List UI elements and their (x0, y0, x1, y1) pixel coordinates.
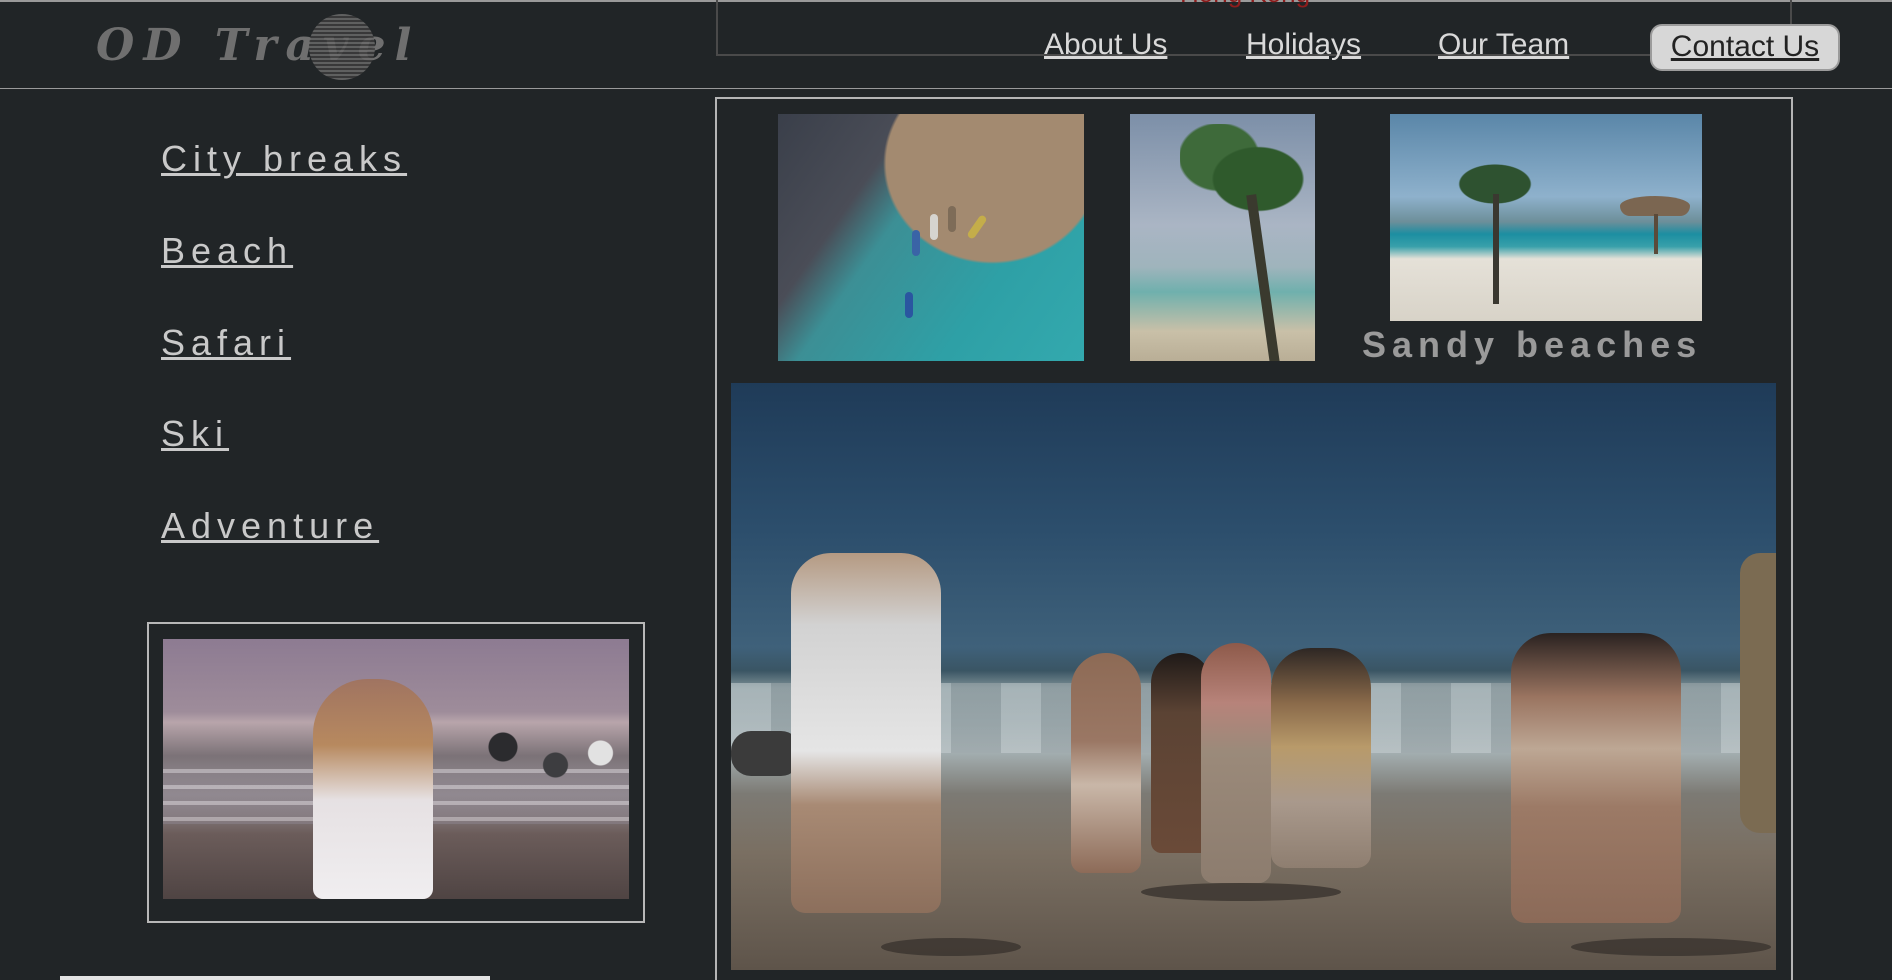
nav-holidays[interactable]: Holidays (1246, 28, 1361, 62)
site-header: OD Travel Hong Kong About Us Holidays Ou… (0, 0, 1892, 89)
shadow (1141, 883, 1341, 901)
sidebar-item-safari[interactable]: Safari (161, 322, 291, 364)
bottom-scroll-indicator (60, 976, 490, 980)
boat-shape (912, 230, 920, 256)
sidebar-item-city-breaks[interactable]: City breaks (161, 138, 407, 180)
parasol-pole (1654, 214, 1658, 254)
person-figure (1271, 648, 1371, 868)
hero-beach-image[interactable] (731, 383, 1776, 970)
contact-us-button[interactable]: Contact Us (1650, 24, 1840, 71)
palm-fronds (1180, 124, 1310, 234)
woman-figure (313, 679, 433, 899)
thumbnail-beach-hut[interactable] (1390, 114, 1702, 321)
shadow (881, 938, 1021, 956)
shadow (1571, 938, 1771, 956)
nav-about-us[interactable]: About Us (1044, 28, 1167, 62)
boat-shape (905, 292, 913, 318)
thumbnail-cove-aerial[interactable] (778, 114, 1084, 361)
section-caption: Sandy beaches (1362, 324, 1703, 365)
boat-shape (966, 214, 988, 240)
person-figure (1201, 643, 1271, 883)
boat-shape (930, 214, 938, 240)
logo[interactable]: OD Travel (96, 14, 411, 84)
person-figure (1071, 653, 1141, 873)
palm-trunk (1493, 194, 1499, 304)
person-figure (1511, 633, 1681, 923)
boat-shape (948, 206, 956, 232)
person-figure (791, 553, 941, 913)
sidebar-item-adventure[interactable]: Adventure (161, 505, 379, 547)
sidebar-item-beach[interactable]: Beach (161, 230, 293, 272)
page: OD Travel Hong Kong About Us Holidays Ou… (0, 0, 1892, 980)
banner-text: Hong Kong (1180, 0, 1310, 9)
sidebar-item-ski[interactable]: Ski (161, 413, 229, 455)
logo-circle-icon (309, 14, 375, 80)
people-group (473, 699, 623, 819)
sidebar-video-frame (147, 622, 645, 923)
thumbnail-palm-beach[interactable] (1130, 114, 1315, 361)
nav-our-team[interactable]: Our Team (1438, 28, 1569, 62)
pier-video[interactable] (163, 639, 629, 899)
parasol-roof (1620, 196, 1690, 216)
rock-right (1740, 553, 1776, 833)
